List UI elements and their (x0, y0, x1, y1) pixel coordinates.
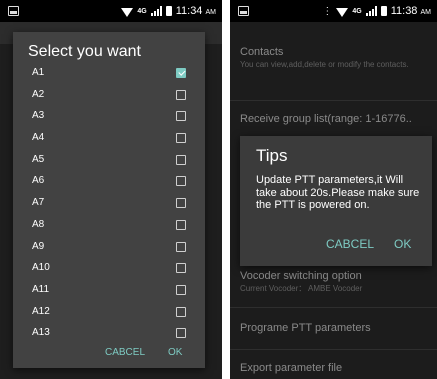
option-item[interactable]: A10 (13, 258, 205, 280)
option-checkbox[interactable] (176, 154, 186, 165)
select-dialog: Select you want A1 A2 A3 A4 A5 A6 A7 A8 A9 A10 A11… (13, 32, 205, 368)
signal-icon (365, 6, 377, 16)
option-checkbox[interactable] (176, 198, 186, 209)
setting-title: Programe PTT parameters (240, 322, 371, 334)
status-indicators: 4G 11:34 AM (121, 0, 216, 22)
ok-button[interactable]: OK (394, 237, 411, 251)
setting-title: Contacts (240, 46, 284, 58)
option-checkbox[interactable] (176, 176, 186, 187)
option-label: A13 (32, 327, 50, 339)
setting-title: Vocoder switching option (240, 270, 362, 282)
option-checkbox[interactable] (176, 89, 186, 100)
option-item[interactable]: A3 (13, 106, 205, 128)
option-checkbox[interactable] (176, 133, 186, 144)
option-item[interactable]: A11 (13, 280, 205, 302)
divider (230, 307, 437, 308)
divider (230, 349, 437, 350)
option-checkbox[interactable] (176, 263, 186, 274)
dialog-message: Update PTT parameters,it Will take about… (256, 174, 420, 211)
network-type: 4G (352, 7, 362, 15)
divider (230, 100, 437, 101)
option-checkbox[interactable] (176, 284, 186, 295)
status-time: 11:34 AM (175, 5, 216, 17)
option-item[interactable]: A4 (13, 128, 205, 150)
notification-icon (238, 6, 249, 16)
option-checkbox[interactable] (176, 68, 186, 78)
option-label: A10 (32, 262, 50, 274)
status-bar: 4G 11:34 AM (0, 0, 222, 22)
option-item[interactable]: A12 (13, 302, 205, 324)
option-checkbox[interactable] (176, 306, 186, 317)
battery-icon (165, 6, 172, 16)
vibrate-icon: ⋮ (322, 5, 333, 17)
battery-icon (380, 6, 387, 16)
setting-vocoder[interactable]: Vocoder switching option Current Vocoder… (240, 270, 431, 294)
option-checkbox[interactable] (176, 111, 186, 122)
option-label: A12 (32, 305, 50, 317)
setting-contacts[interactable]: Contacts You can view,add,delete or modi… (240, 46, 431, 70)
option-label: A7 (32, 197, 45, 209)
option-label: A1 (32, 67, 45, 78)
option-label: A4 (32, 132, 45, 144)
option-item[interactable]: A5 (13, 150, 205, 172)
tips-dialog: Tips Update PTT parameters,it Will take … (240, 136, 432, 266)
left-phone-screen: 4G 11:34 AM Select you want A1 A2 A3 A4 A5 A6… (0, 0, 222, 379)
signal-icon (150, 6, 162, 16)
option-label: A5 (32, 153, 45, 165)
option-label: A9 (32, 240, 45, 252)
option-item[interactable]: A8 (13, 215, 205, 237)
setting-summary: Current Vocoder： AMBE Vocoder (240, 284, 363, 293)
setting-receive-group-list[interactable]: Receive group list(range: 1-16776.. (240, 113, 431, 125)
network-type: 4G (137, 7, 147, 15)
option-item[interactable]: A13 (13, 323, 205, 345)
option-item[interactable]: A6 (13, 171, 205, 193)
setting-title: Receive group list(range: 1-16776.. (240, 113, 412, 125)
wifi-icon (336, 7, 349, 17)
option-label: A11 (32, 283, 50, 295)
setting-program-ptt[interactable]: Programe PTT parameters (240, 322, 431, 334)
dialog-actions: CABCEL OK (13, 345, 205, 365)
option-item[interactable]: A1 (13, 63, 205, 85)
option-checkbox[interactable] (176, 328, 186, 339)
cancel-button[interactable]: CABCEL (326, 237, 374, 251)
option-label: A3 (32, 110, 45, 122)
notification-icon (8, 6, 19, 16)
option-checkbox[interactable] (176, 241, 186, 252)
dialog-title: Tips (256, 146, 288, 165)
option-list[interactable]: A1 A2 A3 A4 A5 A6 A7 A8 A9 A10 A11 A12 A13 (13, 63, 205, 360)
option-item[interactable]: A2 (13, 85, 205, 107)
option-checkbox[interactable] (176, 219, 186, 230)
right-phone-screen: ⋮ 4G 11:38 AM Contacts You can view,add,… (230, 0, 437, 379)
setting-title: Export parameter file (240, 362, 343, 374)
status-bar: ⋮ 4G 11:38 AM (230, 0, 437, 22)
wifi-icon (121, 7, 134, 17)
cancel-button[interactable]: CABCEL (105, 347, 145, 358)
setting-export-file[interactable]: Export parameter file (240, 362, 431, 374)
ok-button[interactable]: OK (168, 347, 182, 358)
option-label: A2 (32, 88, 45, 100)
option-item[interactable]: A9 (13, 237, 205, 259)
option-label: A8 (32, 218, 45, 230)
option-label: A6 (32, 175, 45, 187)
setting-summary: You can view,add,delete or modify the co… (240, 60, 409, 69)
status-indicators: ⋮ 4G 11:38 AM (322, 0, 431, 22)
option-item[interactable]: A7 (13, 193, 205, 215)
status-time: 11:38 AM (390, 5, 431, 17)
dialog-title: Select you want (28, 43, 141, 60)
